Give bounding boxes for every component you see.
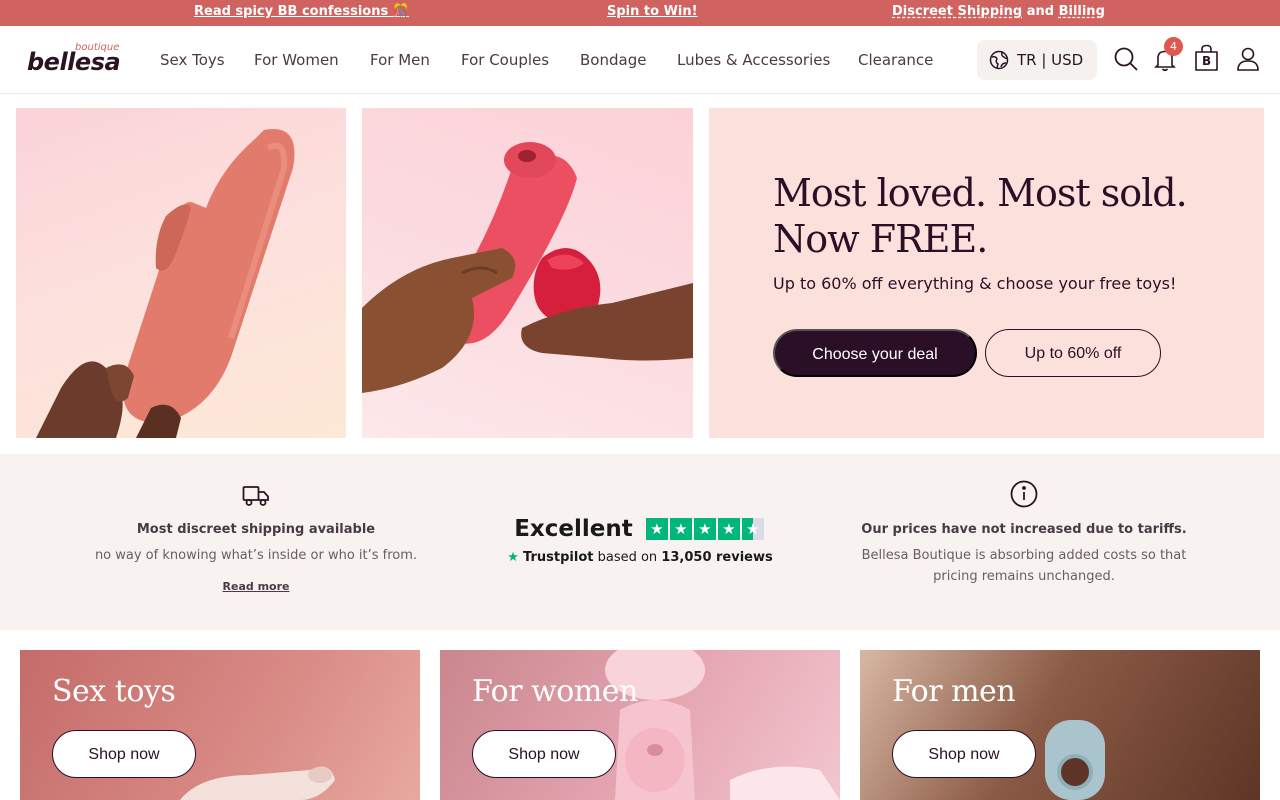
tariff-info: Our prices have not increased due to tar… bbox=[824, 480, 1224, 587]
star-icon: ★ bbox=[717, 518, 740, 540]
trustpilot-brand: Trustpilot bbox=[523, 550, 594, 565]
nav-for-couples[interactable]: For Couples bbox=[461, 51, 549, 69]
category-card-for-women[interactable]: For women Shop now bbox=[440, 650, 840, 800]
notification-badge: 4 bbox=[1164, 37, 1183, 56]
logo[interactable]: boutique bellesa bbox=[27, 42, 127, 82]
promo-bar: Read spicy BB confessions 🎊 Spin to Win!… bbox=[0, 0, 1280, 26]
category-title: Sex toys bbox=[52, 674, 176, 709]
category-card-sex-toys[interactable]: Sex toys Shop now bbox=[20, 650, 420, 800]
site-header: boutique bellesa Sex Toys For Women For … bbox=[0, 26, 1280, 94]
star-icon: ★ bbox=[645, 518, 668, 540]
category-title: For women bbox=[472, 674, 638, 709]
shop-now-button[interactable]: Shop now bbox=[52, 730, 196, 778]
trustpilot-widget[interactable]: Excellent ★ ★ ★ ★ ★ ★ Trustpilot based on 13… bbox=[490, 516, 790, 565]
hero-image-suction-toys[interactable] bbox=[362, 108, 693, 438]
half-star-icon: ★ bbox=[741, 518, 764, 540]
tariff-description-line2: pricing remains unchanged. bbox=[933, 569, 1115, 584]
info-strip: Most discreet shipping available no way … bbox=[0, 454, 1280, 630]
user-icon[interactable] bbox=[1236, 46, 1260, 72]
category-card-for-men[interactable]: For men Shop now bbox=[860, 650, 1260, 800]
promo-spin-link[interactable]: Spin to Win! bbox=[607, 4, 698, 19]
star-icon: ★ bbox=[693, 518, 716, 540]
search-icon[interactable] bbox=[1113, 46, 1139, 72]
hero-title: Most loved. Most sold. Now FREE. bbox=[773, 170, 1188, 262]
nav-clearance[interactable]: Clearance bbox=[858, 51, 933, 69]
shipping-title: Most discreet shipping available bbox=[136, 522, 376, 537]
tariff-description: Bellesa Boutique is absorbing added cost… bbox=[824, 545, 1224, 587]
promo-discreet-link[interactable]: Discreet Shipping and Billing bbox=[892, 4, 1105, 19]
nav-for-men[interactable]: For Men bbox=[370, 51, 430, 69]
star-icon: ★ bbox=[669, 518, 692, 540]
nav-sex-toys[interactable]: Sex Toys bbox=[160, 51, 225, 69]
locale-selector[interactable]: TR | USD bbox=[977, 40, 1097, 80]
shop-now-button[interactable]: Shop now bbox=[472, 730, 616, 778]
promo-discreet-shipping[interactable]: Discreet Shipping bbox=[892, 4, 1022, 19]
rating-stars: ★ ★ ★ ★ ★ bbox=[645, 518, 766, 540]
trustpilot-line: ★ Trustpilot based on 13,050 reviews bbox=[490, 550, 790, 565]
nav-for-women[interactable]: For Women bbox=[254, 51, 339, 69]
hero-image-rabbit-vibrator[interactable] bbox=[16, 108, 346, 438]
nav-lubes-accessories[interactable]: Lubes & Accessories bbox=[677, 51, 830, 69]
hero-promo-panel: Most loved. Most sold. Now FREE. Up to 6… bbox=[709, 108, 1264, 438]
trustpilot-count: 13,050 reviews bbox=[661, 550, 773, 565]
trustpilot-star-icon: ★ bbox=[507, 550, 519, 565]
info-icon bbox=[1010, 480, 1038, 508]
shipping-description: no way of knowing what’s inside or who i… bbox=[94, 548, 418, 563]
hero-title-line1: Most loved. Most sold. bbox=[773, 171, 1188, 215]
promo-and: and bbox=[1022, 4, 1059, 19]
nav-bondage[interactable]: Bondage bbox=[580, 51, 646, 69]
rating-word: Excellent bbox=[514, 516, 633, 542]
shipping-info: Most discreet shipping available no way … bbox=[56, 484, 456, 594]
read-more-link[interactable]: Read more bbox=[223, 580, 290, 593]
promo-billing[interactable]: Billing bbox=[1059, 4, 1105, 19]
choose-deal-button[interactable]: Choose your deal bbox=[773, 329, 977, 377]
tariff-description-line1: Bellesa Boutique is absorbing added cost… bbox=[861, 548, 1187, 563]
globe-icon bbox=[989, 50, 1009, 70]
logo-text: bellesa bbox=[27, 48, 121, 76]
trustpilot-text: based on bbox=[597, 550, 658, 565]
up-to-60-off-button[interactable]: Up to 60% off bbox=[985, 329, 1161, 377]
bag-letter: B bbox=[1202, 54, 1212, 68]
hero-title-line2: Now FREE. bbox=[773, 217, 988, 261]
hero-subtitle: Up to 60% off everything & choose your f… bbox=[773, 274, 1177, 293]
promo-confessions-link[interactable]: Read spicy BB confessions 🎊 bbox=[194, 4, 409, 19]
suction-toys-illustration bbox=[362, 142, 693, 393]
locale-label: TR | USD bbox=[1017, 51, 1084, 69]
truck-icon bbox=[242, 486, 269, 506]
bag-button[interactable]: B bbox=[1194, 44, 1219, 72]
category-title: For men bbox=[892, 674, 1016, 709]
rabbit-vibrator-illustration bbox=[36, 129, 295, 438]
tariff-title: Our prices have not increased due to tar… bbox=[861, 522, 1187, 537]
shop-now-button[interactable]: Shop now bbox=[892, 730, 1036, 778]
